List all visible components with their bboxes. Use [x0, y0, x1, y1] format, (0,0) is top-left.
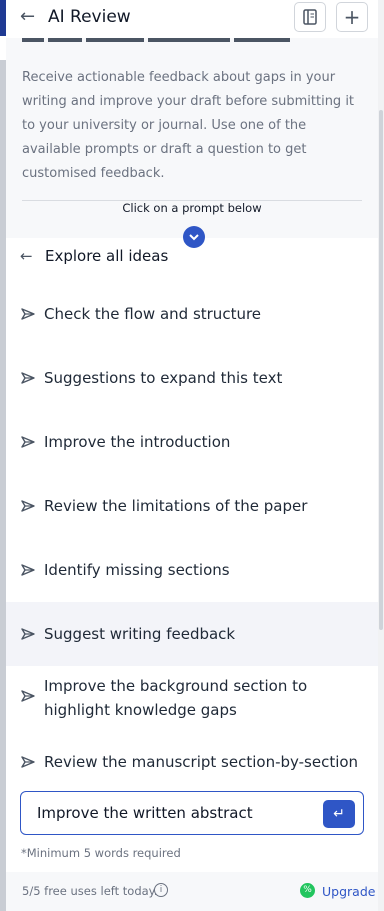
prompt-item[interactable]: Review the manuscript section-by-section	[6, 730, 378, 794]
new-chat-button[interactable]: +	[336, 2, 368, 32]
prompt-label: Identify missing sections	[44, 561, 230, 579]
prompt-item[interactable]: Suggestions to expand this text	[6, 346, 378, 410]
prompt-list: Check the flow and structure Suggestions…	[6, 282, 378, 794]
prompt-label: Review the manuscript section-by-section	[44, 753, 359, 771]
send-icon	[21, 308, 35, 320]
clipped-heading-glyphs	[22, 38, 290, 42]
send-icon	[21, 436, 35, 448]
prompt-item[interactable]: Check the flow and structure	[6, 282, 378, 346]
plus-icon: +	[343, 5, 361, 29]
prompt-input-box[interactable]: ↵	[20, 791, 364, 835]
free-uses-text: 5/5 free uses left today.	[22, 884, 158, 898]
click-prompt-hint: Click on a prompt below	[122, 201, 262, 215]
minimum-words-note: *Minimum 5 words required	[21, 846, 181, 860]
prompt-label: Improve the background section to highli…	[44, 677, 308, 719]
prompt-label: Check the flow and structure	[44, 305, 262, 323]
prompt-input[interactable]	[37, 804, 307, 822]
prompt-label: Improve the introduction	[44, 433, 231, 451]
prompt-label: Suggestions to expand this text	[44, 369, 283, 387]
intro-card: Receive actionable feedback about gaps i…	[6, 38, 378, 238]
upgrade-link[interactable]: Upgrade	[322, 884, 375, 899]
prompt-item[interactable]: Improve the introduction	[6, 410, 378, 474]
intro-description: Receive actionable feedback about gaps i…	[22, 70, 355, 181]
send-icon	[21, 500, 35, 512]
enter-icon: ↵	[333, 806, 345, 822]
send-icon	[21, 690, 35, 702]
send-icon	[21, 628, 35, 640]
intro-heading-clipped	[22, 30, 292, 48]
prompt-item[interactable]: Improve the background section to highli…	[6, 666, 378, 730]
prompt-item[interactable]: Review the limitations of the paper	[6, 474, 378, 538]
prompt-item[interactable]: Identify missing sections	[6, 538, 378, 602]
submit-button[interactable]: ↵	[323, 800, 355, 828]
footer-bar: 5/5 free uses left today. i % Upgrade	[6, 872, 378, 911]
explore-label: Explore all ideas	[45, 247, 169, 265]
prompt-label: Review the limitations of the paper	[44, 497, 308, 515]
scrollbar-track[interactable]	[378, 0, 384, 911]
book-icon	[303, 9, 317, 25]
send-icon	[21, 564, 35, 576]
upgrade-percent-icon: %	[300, 883, 315, 898]
collapse-chevron-icon[interactable]	[183, 226, 205, 248]
send-icon	[21, 372, 35, 384]
history-button[interactable]	[294, 2, 326, 32]
prompt-item[interactable]: Suggest writing feedback	[6, 602, 378, 666]
back-arrow-icon[interactable]: ←	[20, 7, 35, 27]
scrollbar-thumb[interactable]	[379, 110, 383, 630]
prompt-label: Suggest writing feedback	[44, 625, 236, 643]
info-icon[interactable]: i	[154, 883, 168, 897]
send-icon	[21, 756, 35, 768]
back-arrow-icon: ←	[20, 247, 33, 265]
panel-title: AI Review	[48, 7, 131, 27]
